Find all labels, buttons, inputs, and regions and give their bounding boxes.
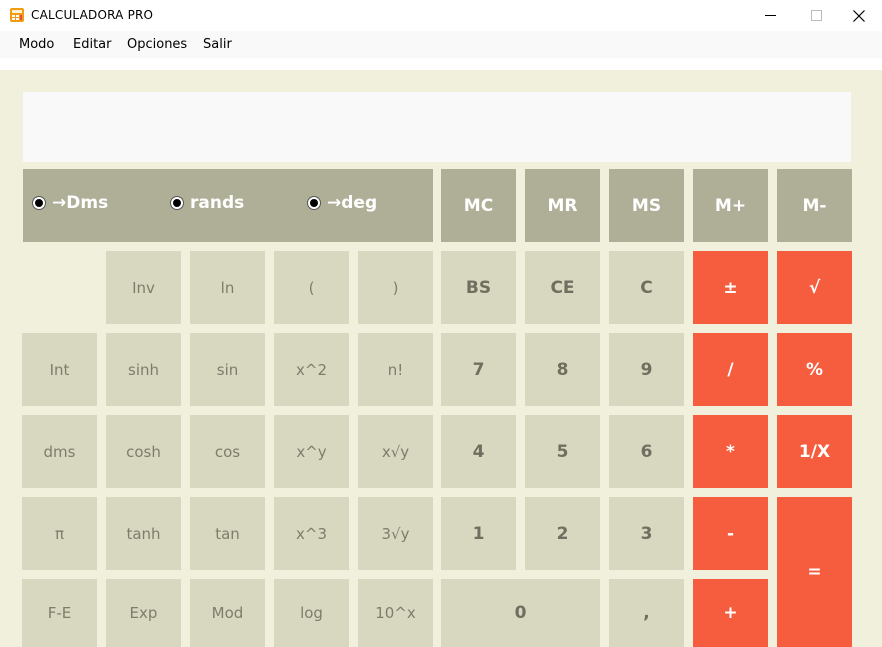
xroot-button[interactable]: x√y bbox=[358, 415, 433, 488]
window-title: CALCULADORA PRO bbox=[31, 8, 154, 22]
digit-1-button[interactable]: 1 bbox=[441, 497, 516, 570]
equals-button[interactable]: = bbox=[777, 497, 852, 647]
clear-button[interactable]: C bbox=[609, 251, 684, 324]
comma-button[interactable]: , bbox=[609, 579, 684, 647]
radio-deg-label: →deg bbox=[327, 193, 378, 213]
radio-deg[interactable]: →deg bbox=[308, 193, 377, 213]
add-button[interactable]: + bbox=[693, 579, 768, 647]
fe-button[interactable]: F-E bbox=[22, 579, 97, 647]
menu-editar[interactable]: Editar bbox=[73, 37, 112, 52]
subtract-button[interactable]: - bbox=[693, 497, 768, 570]
log-button[interactable]: log bbox=[274, 579, 349, 647]
sin-button[interactable]: sin bbox=[190, 333, 265, 406]
mr-button[interactable]: MR bbox=[525, 169, 600, 242]
tan-button[interactable]: tan bbox=[190, 497, 265, 570]
digit-0-button[interactable]: 0 bbox=[441, 579, 600, 647]
square-button[interactable]: x^2 bbox=[274, 333, 349, 406]
angle-mode-panel: →Dms rands →deg bbox=[23, 169, 433, 242]
ms-button[interactable]: MS bbox=[609, 169, 684, 242]
cosh-button[interactable]: cosh bbox=[106, 415, 181, 488]
maximize-icon bbox=[810, 10, 822, 21]
radio-rands[interactable]: rands bbox=[171, 193, 244, 213]
title-bar: CALCULADORA PRO bbox=[0, 0, 882, 31]
cube-root-button[interactable]: 3√y bbox=[358, 497, 433, 570]
factorial-button[interactable]: n! bbox=[358, 333, 433, 406]
digit-5-button[interactable]: 5 bbox=[525, 415, 600, 488]
radio-dot-icon bbox=[33, 197, 45, 209]
digit-6-button[interactable]: 6 bbox=[609, 415, 684, 488]
tanh-button[interactable]: tanh bbox=[106, 497, 181, 570]
m-plus-button[interactable]: M+ bbox=[693, 169, 768, 242]
maximize-button[interactable] bbox=[793, 0, 839, 31]
close-icon bbox=[853, 9, 865, 22]
mc-button[interactable]: MC bbox=[441, 169, 516, 242]
open-paren-button[interactable]: ( bbox=[274, 251, 349, 324]
radio-rands-label: rands bbox=[190, 193, 245, 213]
power-button[interactable]: x^y bbox=[274, 415, 349, 488]
radio-dot-icon bbox=[171, 197, 183, 209]
cube-button[interactable]: x^3 bbox=[274, 497, 349, 570]
divide-button[interactable]: / bbox=[693, 333, 768, 406]
exp-button[interactable]: Exp bbox=[106, 579, 181, 647]
minimize-icon bbox=[764, 15, 776, 16]
dms-button[interactable]: dms bbox=[22, 415, 97, 488]
backspace-button[interactable]: BS bbox=[441, 251, 516, 324]
menu-salir[interactable]: Salir bbox=[203, 37, 232, 52]
sqrt-button[interactable]: √ bbox=[777, 251, 852, 324]
radio-dms[interactable]: →Dms bbox=[33, 193, 108, 213]
radio-dot-icon bbox=[308, 197, 320, 209]
close-button[interactable] bbox=[836, 0, 882, 31]
digit-2-button[interactable]: 2 bbox=[525, 497, 600, 570]
digit-3-button[interactable]: 3 bbox=[609, 497, 684, 570]
sinh-button[interactable]: sinh bbox=[106, 333, 181, 406]
multiply-button[interactable]: * bbox=[693, 415, 768, 488]
menu-opciones[interactable]: Opciones bbox=[127, 37, 187, 52]
menu-bar: Modo Editar Opciones Salir bbox=[0, 31, 882, 58]
reciprocal-button[interactable]: 1/X bbox=[777, 415, 852, 488]
close-paren-button[interactable]: ) bbox=[358, 251, 433, 324]
pow10-button[interactable]: 10^x bbox=[358, 579, 433, 647]
digit-9-button[interactable]: 9 bbox=[609, 333, 684, 406]
clear-entry-button[interactable]: CE bbox=[525, 251, 600, 324]
ln-button[interactable]: ln bbox=[190, 251, 265, 324]
int-button[interactable]: Int bbox=[22, 333, 97, 406]
menu-modo[interactable]: Modo bbox=[19, 37, 54, 52]
digit-8-button[interactable]: 8 bbox=[525, 333, 600, 406]
radio-dms-label: →Dms bbox=[52, 193, 109, 213]
menu-separator bbox=[0, 58, 882, 70]
calculator-app-icon bbox=[10, 8, 24, 22]
mod-button[interactable]: Mod bbox=[190, 579, 265, 647]
digit-4-button[interactable]: 4 bbox=[441, 415, 516, 488]
inv-button[interactable]: Inv bbox=[106, 251, 181, 324]
calculator-display bbox=[23, 92, 851, 162]
digit-7-button[interactable]: 7 bbox=[441, 333, 516, 406]
percent-button[interactable]: % bbox=[777, 333, 852, 406]
m-minus-button[interactable]: M- bbox=[777, 169, 852, 242]
cos-button[interactable]: cos bbox=[190, 415, 265, 488]
minimize-button[interactable] bbox=[747, 0, 793, 31]
negate-button[interactable]: ± bbox=[693, 251, 768, 324]
pi-button[interactable]: π bbox=[22, 497, 97, 570]
